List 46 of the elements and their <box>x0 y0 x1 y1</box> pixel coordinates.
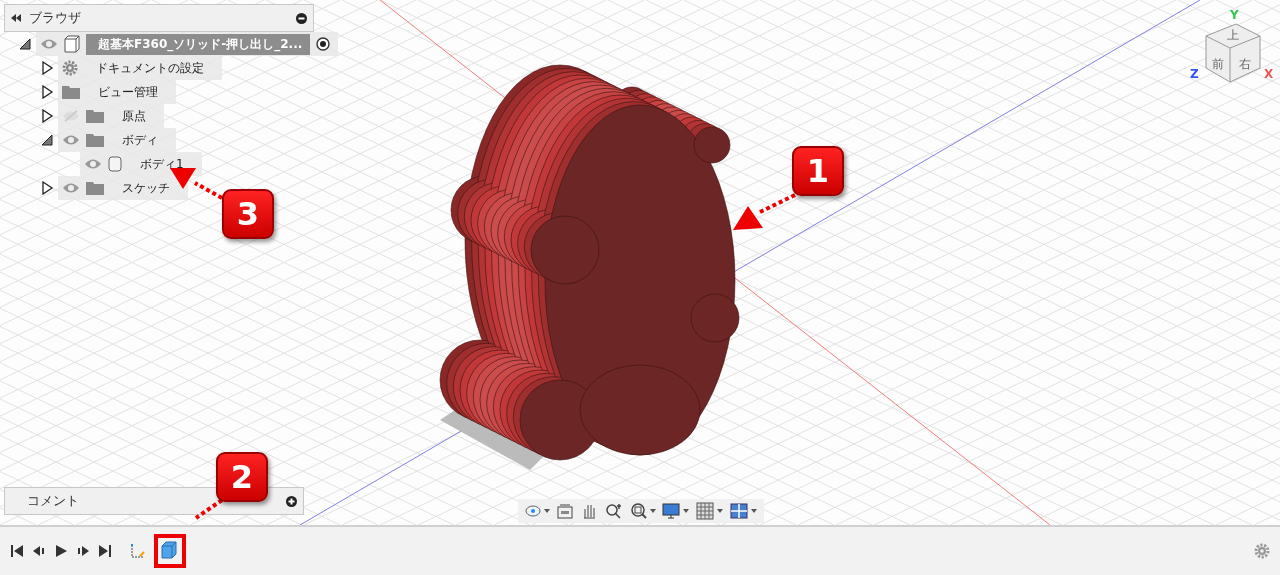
folder-icon <box>86 109 104 123</box>
look-at-icon[interactable] <box>556 502 574 520</box>
callout-number: 3 <box>222 189 274 239</box>
gear-icon <box>62 60 78 76</box>
leader-line <box>194 498 224 520</box>
leader-line <box>733 193 796 230</box>
callout-number: 2 <box>216 452 268 502</box>
expand-triangle-icon[interactable] <box>40 61 54 75</box>
panel-title: コメント <box>26 492 79 510</box>
cube-face-label: 右 <box>1239 57 1251 71</box>
collapse-triangle-icon[interactable] <box>40 133 54 147</box>
plus-circle-icon[interactable] <box>286 495 297 507</box>
radio-on-icon[interactable] <box>316 37 331 51</box>
folder-icon <box>86 133 104 147</box>
skip-to-start-icon[interactable] <box>10 544 24 558</box>
minus-circle-icon[interactable] <box>296 12 307 24</box>
display-settings-icon[interactable] <box>662 502 690 520</box>
cube-face-label: 前 <box>1212 57 1224 71</box>
axis-label: Y <box>1230 8 1239 22</box>
viewports-icon[interactable] <box>730 502 758 520</box>
step-back-icon[interactable] <box>32 544 46 558</box>
expand-triangle-icon[interactable] <box>40 109 54 123</box>
settings-icon[interactable] <box>1254 543 1270 559</box>
step-forward-icon[interactable] <box>76 544 90 558</box>
play-icon[interactable] <box>54 544 68 558</box>
zoom-icon[interactable] <box>604 502 624 520</box>
leader-line <box>170 168 223 200</box>
view-cube[interactable] <box>1205 23 1261 83</box>
panel-title: ブラウザ <box>29 9 82 27</box>
folder-icon <box>62 85 80 99</box>
body-icon <box>108 156 122 172</box>
grid-icon[interactable] <box>696 502 724 520</box>
axis-label: Z <box>1190 67 1199 81</box>
collapse-triangle-icon[interactable] <box>18 37 32 51</box>
orbit-icon[interactable] <box>524 502 550 520</box>
expand-triangle-icon[interactable] <box>40 181 54 195</box>
component-icon <box>64 35 80 53</box>
skip-to-end-icon[interactable] <box>98 544 112 558</box>
collapse-arrows-icon[interactable] <box>11 14 21 22</box>
callout-number: 1 <box>792 146 844 196</box>
fit-zoom-icon[interactable] <box>630 502 656 520</box>
extrude-feature-icon[interactable] <box>160 540 180 562</box>
cube-face-label: 上 <box>1227 28 1239 42</box>
expand-triangle-icon[interactable] <box>40 85 54 99</box>
axis-label: X <box>1264 67 1274 81</box>
folder-icon <box>86 181 104 195</box>
